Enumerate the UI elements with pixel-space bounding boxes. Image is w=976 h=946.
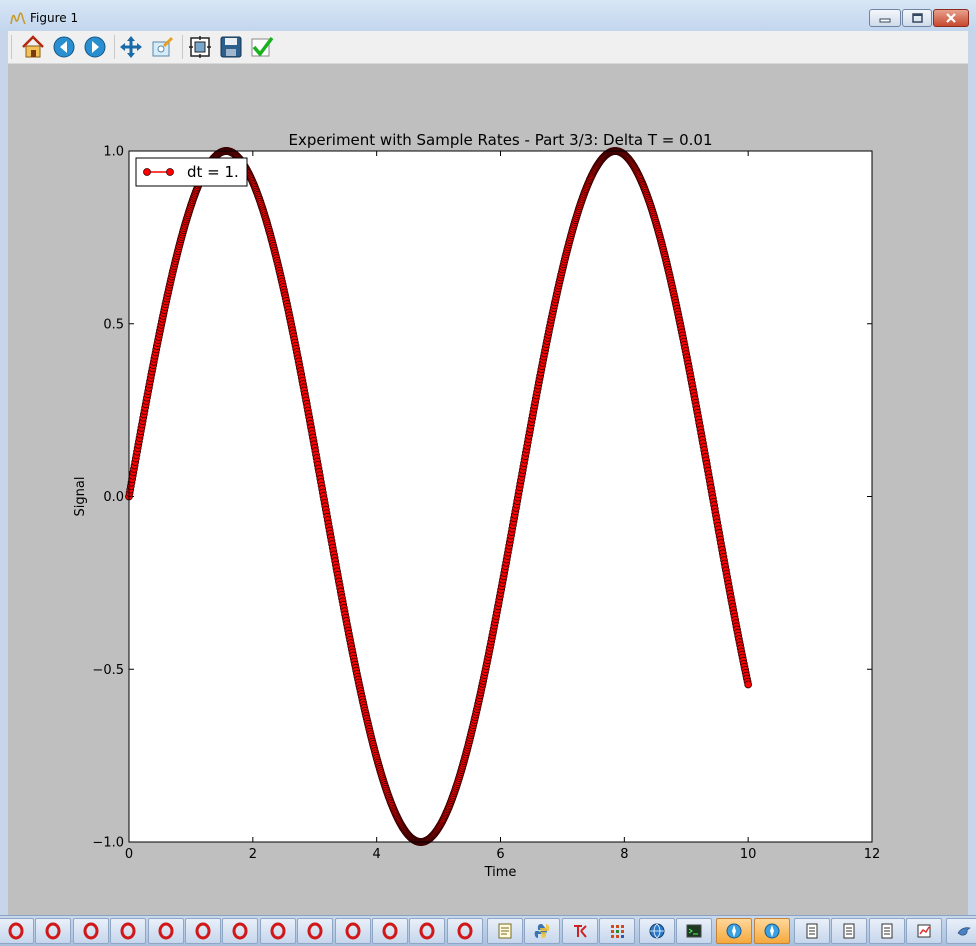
opera-icon xyxy=(382,922,398,940)
title-bar: Figure 1 xyxy=(0,0,976,32)
taskbar-button[interactable] xyxy=(906,918,942,944)
terminal-icon xyxy=(686,924,702,938)
legend-marker xyxy=(166,168,174,176)
taskbar-button[interactable] xyxy=(793,918,830,944)
opera-icon xyxy=(158,922,174,940)
y-tick-label: −0.5 xyxy=(92,663,124,678)
tk-icon xyxy=(573,925,587,938)
opera-icon xyxy=(345,922,361,940)
zoom-icon[interactable] xyxy=(150,34,176,60)
minimize-button[interactable] xyxy=(869,9,901,27)
x-tick-label: 4 xyxy=(373,847,381,862)
legend-label: dt = 1. xyxy=(187,163,239,181)
chart-canvas: Experiment with Sample Rates - Part 3/3:… xyxy=(8,64,968,914)
grid-app-icon xyxy=(611,925,624,938)
x-tick-label: 12 xyxy=(864,847,881,862)
toolbar-separator xyxy=(182,35,183,59)
bird-icon xyxy=(957,927,971,936)
y-tick-label: 0.0 xyxy=(103,490,124,505)
opera-icon xyxy=(457,922,473,940)
minimize-icon xyxy=(879,18,891,23)
taskbar-button[interactable] xyxy=(676,918,713,944)
toolbar-grip xyxy=(11,35,12,59)
taskbar xyxy=(0,915,976,946)
opera-icon xyxy=(232,922,248,940)
taskbar-button[interactable] xyxy=(72,918,109,944)
y-tick-label: −1.0 xyxy=(92,836,124,851)
compass-icon xyxy=(764,923,780,939)
opera-icon xyxy=(195,922,211,940)
taskbar-button[interactable] xyxy=(35,918,72,944)
taskbar-button[interactable] xyxy=(486,918,523,944)
chart-app-icon xyxy=(917,924,931,938)
taskbar-button[interactable] xyxy=(599,918,635,944)
python-icon xyxy=(534,924,550,938)
taskbar-button[interactable] xyxy=(716,918,753,944)
taskbar-button[interactable] xyxy=(639,918,675,944)
y-tick-label: 0.5 xyxy=(103,317,124,332)
x-tick-label: 10 xyxy=(740,847,757,862)
data-point xyxy=(744,680,753,689)
window-frame-left xyxy=(0,31,8,915)
taskbar-button[interactable] xyxy=(372,918,408,944)
taskbar-button[interactable] xyxy=(868,918,905,944)
legend-marker xyxy=(143,168,151,176)
y-tick-label: 1.0 xyxy=(103,145,124,160)
opera-icon xyxy=(307,922,323,940)
subplots-icon[interactable] xyxy=(187,34,213,60)
y-axis-label: Signal xyxy=(73,477,88,517)
forward-arrow-icon[interactable] xyxy=(82,34,108,60)
plot-area xyxy=(129,151,872,842)
document-icon xyxy=(881,923,893,939)
x-tick-label: 6 xyxy=(496,847,504,862)
save-icon[interactable] xyxy=(218,34,244,60)
opera-icon xyxy=(270,922,286,940)
taskbar-button[interactable] xyxy=(0,918,34,944)
restore-button[interactable] xyxy=(902,9,932,27)
taskbar-button[interactable] xyxy=(110,918,147,944)
x-tick-label: 0 xyxy=(125,847,133,862)
chart-title: Experiment with Sample Rates - Part 3/3:… xyxy=(289,131,713,149)
document-icon xyxy=(806,923,818,939)
taskbar-button[interactable] xyxy=(334,918,371,944)
opera-icon xyxy=(419,922,435,940)
pan-icon[interactable] xyxy=(118,34,144,60)
document-icon xyxy=(843,923,855,939)
window-title: Figure 1 xyxy=(30,11,79,25)
taskbar-button[interactable] xyxy=(409,918,446,944)
back-arrow-icon[interactable] xyxy=(51,34,77,60)
legend: dt = 1. xyxy=(135,157,248,187)
taskbar-button[interactable] xyxy=(222,918,259,944)
opera-icon xyxy=(120,922,136,940)
taskbar-button[interactable] xyxy=(147,918,184,944)
taskbar-button[interactable] xyxy=(185,918,221,944)
opera-icon xyxy=(8,922,24,940)
opera-icon xyxy=(45,922,61,940)
toolbar-separator xyxy=(114,35,115,59)
taskbar-button[interactable] xyxy=(946,918,976,944)
taskbar-button[interactable] xyxy=(831,918,868,944)
globe-icon xyxy=(649,923,665,939)
taskbar-button[interactable] xyxy=(446,918,483,944)
opera-icon xyxy=(83,922,99,940)
x-axis-label: Time xyxy=(484,865,517,880)
restore-icon xyxy=(912,13,923,23)
matplotlib-app-icon xyxy=(10,12,26,25)
x-tick-label: 2 xyxy=(249,847,257,862)
home-icon[interactable] xyxy=(20,34,46,60)
notepad-icon xyxy=(498,923,512,939)
x-tick-label: 8 xyxy=(620,847,628,862)
taskbar-button[interactable] xyxy=(753,918,790,944)
navigation-toolbar xyxy=(8,31,968,64)
checkmark-icon[interactable] xyxy=(249,34,275,60)
taskbar-button[interactable] xyxy=(259,918,296,944)
close-icon xyxy=(946,13,956,23)
taskbar-button[interactable] xyxy=(297,918,334,944)
close-button[interactable] xyxy=(933,9,969,27)
taskbar-button[interactable] xyxy=(524,918,561,944)
compass-icon xyxy=(726,923,742,939)
window-frame-right xyxy=(968,31,976,915)
taskbar-button[interactable] xyxy=(561,918,598,944)
